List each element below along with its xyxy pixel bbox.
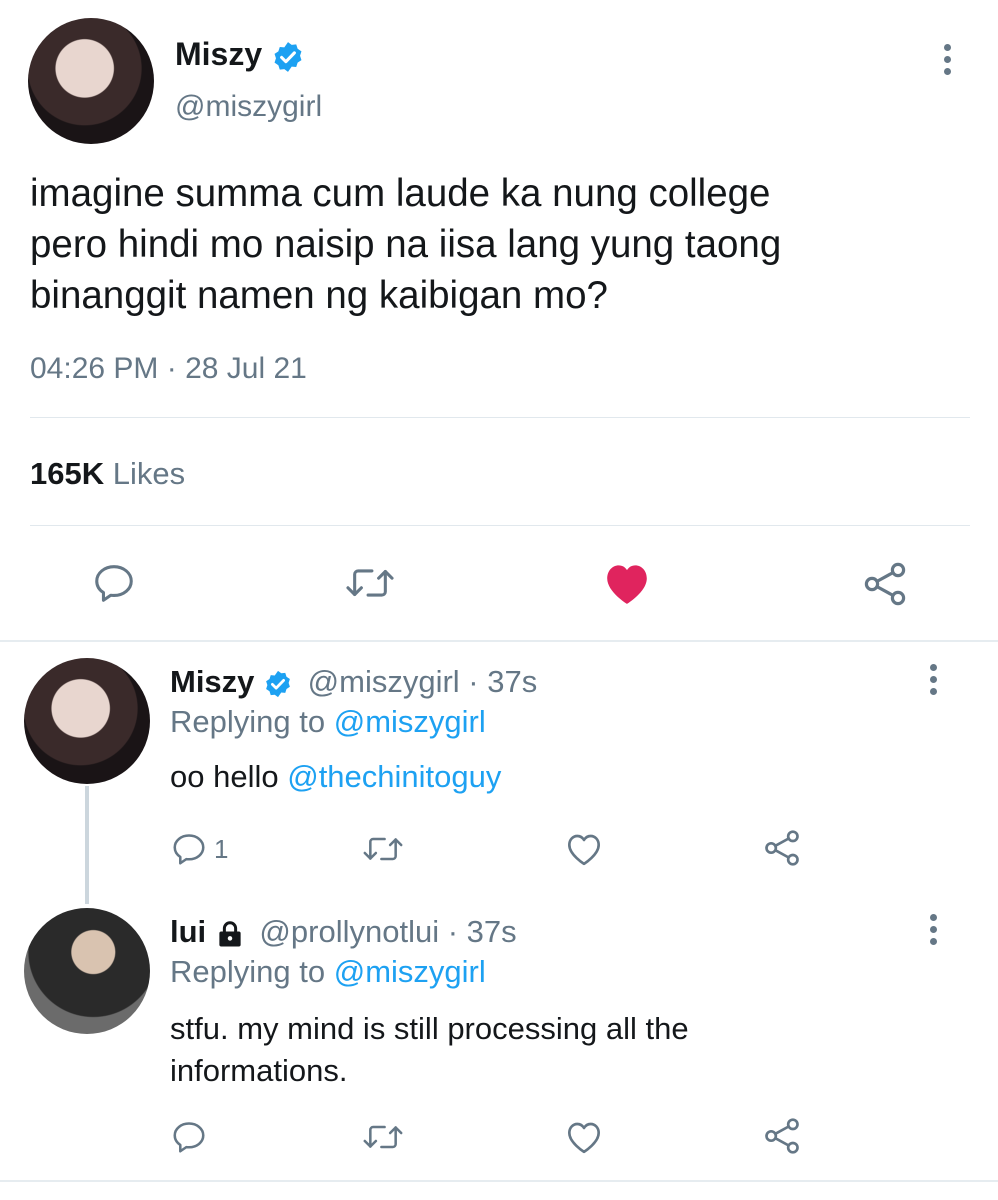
display-name[interactable]: Miszy bbox=[170, 664, 254, 699]
reply-icon[interactable] bbox=[91, 560, 137, 606]
share-icon[interactable] bbox=[762, 828, 802, 868]
like-icon[interactable] bbox=[564, 1116, 604, 1156]
divider bbox=[30, 525, 970, 526]
likes-stat[interactable]: 165K Likes bbox=[30, 456, 185, 492]
timestamp[interactable]: 04:26 PM · 28 Jul 21 bbox=[30, 352, 307, 386]
verified-badge-icon bbox=[271, 40, 305, 74]
replying-to: Replying to @miszygirl bbox=[170, 704, 486, 739]
section-divider bbox=[0, 640, 998, 642]
retweet-icon[interactable] bbox=[342, 560, 398, 606]
avatar[interactable] bbox=[24, 658, 150, 784]
share-icon[interactable] bbox=[860, 560, 910, 608]
reply-icon[interactable]: 1 bbox=[170, 830, 228, 868]
share-icon[interactable] bbox=[762, 1116, 802, 1156]
display-name[interactable]: lui bbox=[170, 914, 206, 949]
likes-label: Likes bbox=[112, 456, 186, 491]
handle[interactable]: @prollynotlui · 37s bbox=[259, 914, 516, 949]
reply-text: oo hello @thechinitoguy bbox=[170, 759, 502, 794]
more-icon[interactable] bbox=[928, 914, 938, 945]
reply-text: stfu. my mind is still processing all th… bbox=[170, 1011, 689, 1088]
like-icon[interactable] bbox=[602, 558, 652, 606]
avatar[interactable] bbox=[24, 908, 150, 1034]
avatar[interactable] bbox=[28, 18, 154, 144]
section-divider bbox=[0, 1180, 998, 1182]
divider bbox=[30, 417, 970, 418]
handle[interactable]: @miszygirl bbox=[175, 90, 322, 124]
tweet-text: imagine summa cum laude ka nung college … bbox=[30, 172, 782, 317]
more-icon[interactable] bbox=[942, 44, 952, 75]
like-icon[interactable] bbox=[564, 828, 604, 868]
lock-icon bbox=[215, 919, 245, 949]
display-name[interactable]: Miszy bbox=[175, 36, 262, 72]
mention-link[interactable]: @miszygirl bbox=[334, 704, 486, 739]
handle[interactable]: @miszygirl · 37s bbox=[308, 664, 538, 699]
verified-badge-icon bbox=[263, 669, 293, 699]
mention-link[interactable]: @thechinitoguy bbox=[287, 759, 501, 794]
more-icon[interactable] bbox=[928, 664, 938, 695]
thread-line bbox=[85, 786, 89, 904]
likes-count: 165K bbox=[30, 456, 105, 491]
retweet-icon[interactable] bbox=[360, 1118, 406, 1156]
retweet-icon[interactable] bbox=[360, 830, 406, 868]
mention-link[interactable]: @miszygirl bbox=[334, 954, 486, 989]
reply-icon[interactable] bbox=[170, 1118, 208, 1156]
replying-to: Replying to @miszygirl bbox=[170, 954, 486, 989]
reply-count: 1 bbox=[214, 833, 229, 864]
